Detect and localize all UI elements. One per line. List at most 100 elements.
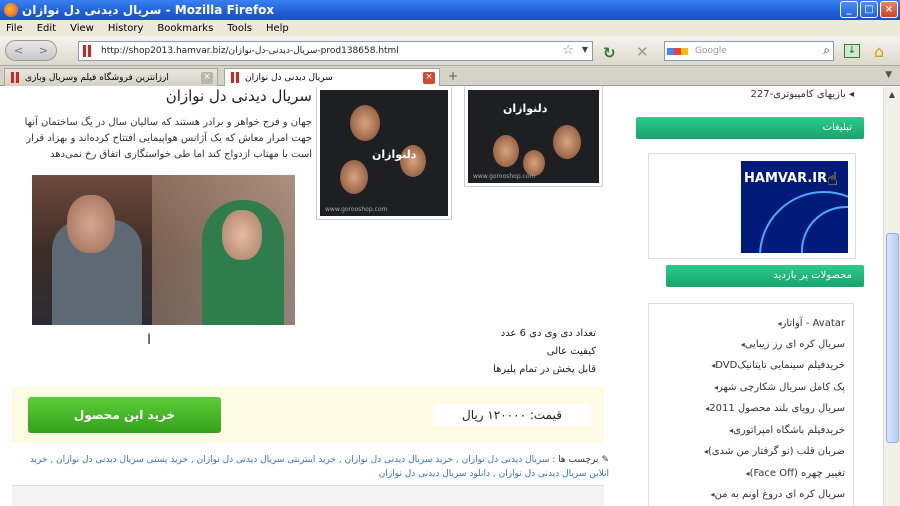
visited-item[interactable]: سریال کره ای دروغ اونم به من◂: [706, 489, 845, 500]
ads-header: تبلیغات: [636, 117, 864, 139]
tag-link[interactable]: خرید اینترنتی سریال دیدنی دل نوازان: [197, 455, 336, 465]
visited-item[interactable]: سریال رویای بلند محصول 2011◂: [700, 403, 845, 414]
visited-item[interactable]: Avatar - آواتار◂: [773, 318, 846, 329]
poster-image-1[interactable]: دلنوازان www.gorooshop.com: [317, 87, 451, 219]
new-tab-icon[interactable]: +: [448, 69, 458, 83]
tab-list-icon[interactable]: ▼: [885, 70, 892, 80]
price-box: قیمت: ۱۲۰۰۰۰ ریال: [433, 404, 591, 426]
maximize-button[interactable]: □: [860, 1, 878, 18]
menu-bar: File Edit View History Bookmarks Tools H…: [0, 20, 900, 36]
tab-favicon: [11, 72, 19, 83]
poster-image-2[interactable]: دلنوازان www.gorooshop.com: [465, 87, 602, 186]
visited-item[interactable]: ضربان قلب (نو گرفتار من شدی)◂: [699, 446, 845, 457]
menu-tools[interactable]: Tools: [227, 23, 252, 34]
hand-pointer-icon: ☝: [827, 169, 838, 190]
content-divider: [12, 485, 604, 506]
sidebar-top-link[interactable]: ◂ بازیهای کامپیوتری-227: [646, 89, 854, 100]
product-photo[interactable]: [32, 175, 295, 325]
stop-icon[interactable]: ✕: [636, 43, 649, 61]
menu-bookmarks[interactable]: Bookmarks: [157, 23, 213, 34]
poster-site: www.gorooshop.com: [325, 206, 388, 213]
visited-item-label: سریال کره ای رز زیبایی: [744, 339, 845, 350]
product-column: سریال دیدنی دل نوازان جهان و فرج خواهر و…: [12, 87, 609, 506]
tab-close-icon[interactable]: ×: [423, 72, 435, 84]
minimize-button[interactable]: _: [840, 1, 858, 18]
visited-item-label: خریدفیلم سینمایی تایتانیکDVD: [715, 360, 845, 371]
menu-help[interactable]: Help: [266, 23, 289, 34]
url-text[interactable]: http://shop2013.hamvar.biz/سریال-دیدنی-د…: [101, 46, 399, 56]
page-content: سریال دیدنی دل نوازان جهان و فرج خواهر و…: [0, 87, 883, 506]
search-input[interactable]: Google: [695, 46, 727, 56]
back-button[interactable]: <: [6, 41, 31, 60]
product-title: سریال دیدنی دل نوازان: [165, 87, 312, 105]
visited-item[interactable]: تغییر چهره (Face Off)◂: [741, 468, 845, 479]
visited-item-label: پک کامل سریال شکارچی شهر: [718, 382, 845, 393]
visited-item-label: خریدفیلم باشگاه امپراتوری: [733, 425, 845, 436]
visited-item[interactable]: خریدفیلم سینمایی تایتانیکDVD◂: [706, 360, 845, 371]
price-value: ۱۲۰۰۰۰ ریال: [462, 408, 527, 422]
address-bar[interactable]: http://shop2013.hamvar.biz/سریال-دیدنی-د…: [78, 41, 593, 61]
tab-product[interactable]: سریال دیدنی دل نوازان ×: [224, 68, 440, 86]
visited-item-label: ضربان قلب (نو گرفتار من شدی): [707, 446, 845, 457]
poster-title: دلنوازان: [372, 148, 417, 161]
tag-link[interactable]: سریال دیدنی دل نوازان: [462, 455, 550, 465]
tab-favicon: [231, 72, 239, 83]
tag-icon: ✎: [601, 455, 609, 465]
poster-site: www.gorooshop.com: [473, 173, 536, 180]
visited-item[interactable]: پک کامل سریال شکارچی شهر◂: [709, 382, 845, 393]
feature-item: تعداد دی وی دی 6 عدد: [500, 328, 596, 339]
tab-label: ارزانترین فروشگاه فیلم وسریال وبازی: [25, 72, 169, 83]
tags-label: برچسب ها :: [552, 455, 599, 465]
back-forward-group: < >: [5, 40, 57, 61]
tag-link[interactable]: خرید پستی سریال دیدنی دل نوازان: [56, 455, 188, 465]
search-bar[interactable]: Google ⌕: [664, 41, 834, 61]
scroll-up-icon[interactable]: ▲: [884, 87, 900, 103]
search-icon[interactable]: ⌕: [823, 43, 830, 58]
tag-link[interactable]: خرید سریال دیدنی دل نوازان: [345, 455, 453, 465]
tab-store[interactable]: ارزانترین فروشگاه فیلم وسریال وبازی ×: [4, 68, 218, 86]
buy-button[interactable]: خرید این محصول: [28, 397, 221, 433]
purchase-box: خرید این محصول قیمت: ۱۲۰۰۰۰ ریال: [12, 387, 604, 443]
tags-section: ✎برچسب ها : سریال دیدنی دل نوازان , خرید…: [29, 455, 609, 479]
bullet-icon: ◂: [845, 89, 854, 100]
window-title: سریال دیدنی دل نوازان - Mozilla Firefox: [22, 3, 275, 17]
tab-close-icon[interactable]: ×: [201, 72, 213, 84]
menu-edit[interactable]: Edit: [37, 23, 56, 34]
visited-header: محصولات پر بازدید: [666, 265, 864, 287]
sidebar-top-link-label: بازیهای کامپیوتری-227: [750, 89, 846, 100]
google-icon[interactable]: [667, 43, 689, 59]
tab-bar: ارزانترین فروشگاه فیلم وسریال وبازی × سر…: [0, 66, 900, 86]
menu-history[interactable]: History: [108, 23, 144, 34]
close-button[interactable]: ×: [880, 1, 898, 18]
scrollbar-thumb[interactable]: [886, 233, 899, 443]
hamvar-banner[interactable]: HAMVAR.IR ☝: [741, 161, 848, 253]
download-icon[interactable]: ↓: [844, 44, 860, 58]
menu-view[interactable]: View: [70, 23, 94, 34]
window-titlebar: سریال دیدنی دل نوازان - Mozilla Firefox …: [0, 0, 900, 20]
banner-text: HAMVAR.IR: [744, 171, 828, 186]
feature-item: قابل پخش در تمام پلیرها: [493, 364, 596, 375]
visited-item[interactable]: خریدفیلم باشگاه امپراتوری◂: [724, 425, 845, 436]
poster-title: دلنوازان: [503, 102, 548, 115]
bookmark-star-icon[interactable]: ☆: [562, 43, 574, 58]
visited-list: Avatar - آواتار◂ سریال کره ای رز زیبایی◂…: [648, 303, 854, 506]
visited-item[interactable]: سریال کره ای رز زیبایی◂: [736, 339, 845, 350]
product-features: تعداد دی وی دی 6 عدد کیفیت عالی قابل پخش…: [312, 325, 596, 379]
price-label: قیمت:: [529, 408, 562, 422]
window-controls: _ □ ×: [840, 1, 898, 18]
feature-item: کیفیت عالی: [546, 346, 596, 357]
sidebar: ◂ بازیهای کامپیوتری-227 تبلیغات HAMVAR.I…: [636, 87, 866, 506]
vertical-scrollbar[interactable]: ▲: [883, 87, 900, 506]
url-dropdown-icon[interactable]: ▼: [582, 45, 588, 54]
navigation-toolbar: < > http://shop2013.hamvar.biz/سریال-دید…: [0, 36, 900, 66]
tag-link[interactable]: دانلود سریال دیدنی دل نوازان: [379, 469, 490, 479]
product-description: جهان و فرج خواهر و برادر هستند که سالیان…: [24, 117, 312, 160]
visited-item-label: سریال رویای بلند محصول 2011: [709, 403, 845, 414]
reload-icon[interactable]: ↻: [603, 44, 616, 62]
site-favicon: [83, 45, 93, 57]
menu-file[interactable]: File: [6, 23, 23, 34]
home-icon[interactable]: ⌂: [874, 42, 884, 61]
forward-button[interactable]: >: [31, 41, 56, 60]
visited-item-label: سریال کره ای دروغ اونم به من: [714, 489, 845, 500]
visited-item-label: تغییر چهره (Face Off): [749, 468, 845, 479]
